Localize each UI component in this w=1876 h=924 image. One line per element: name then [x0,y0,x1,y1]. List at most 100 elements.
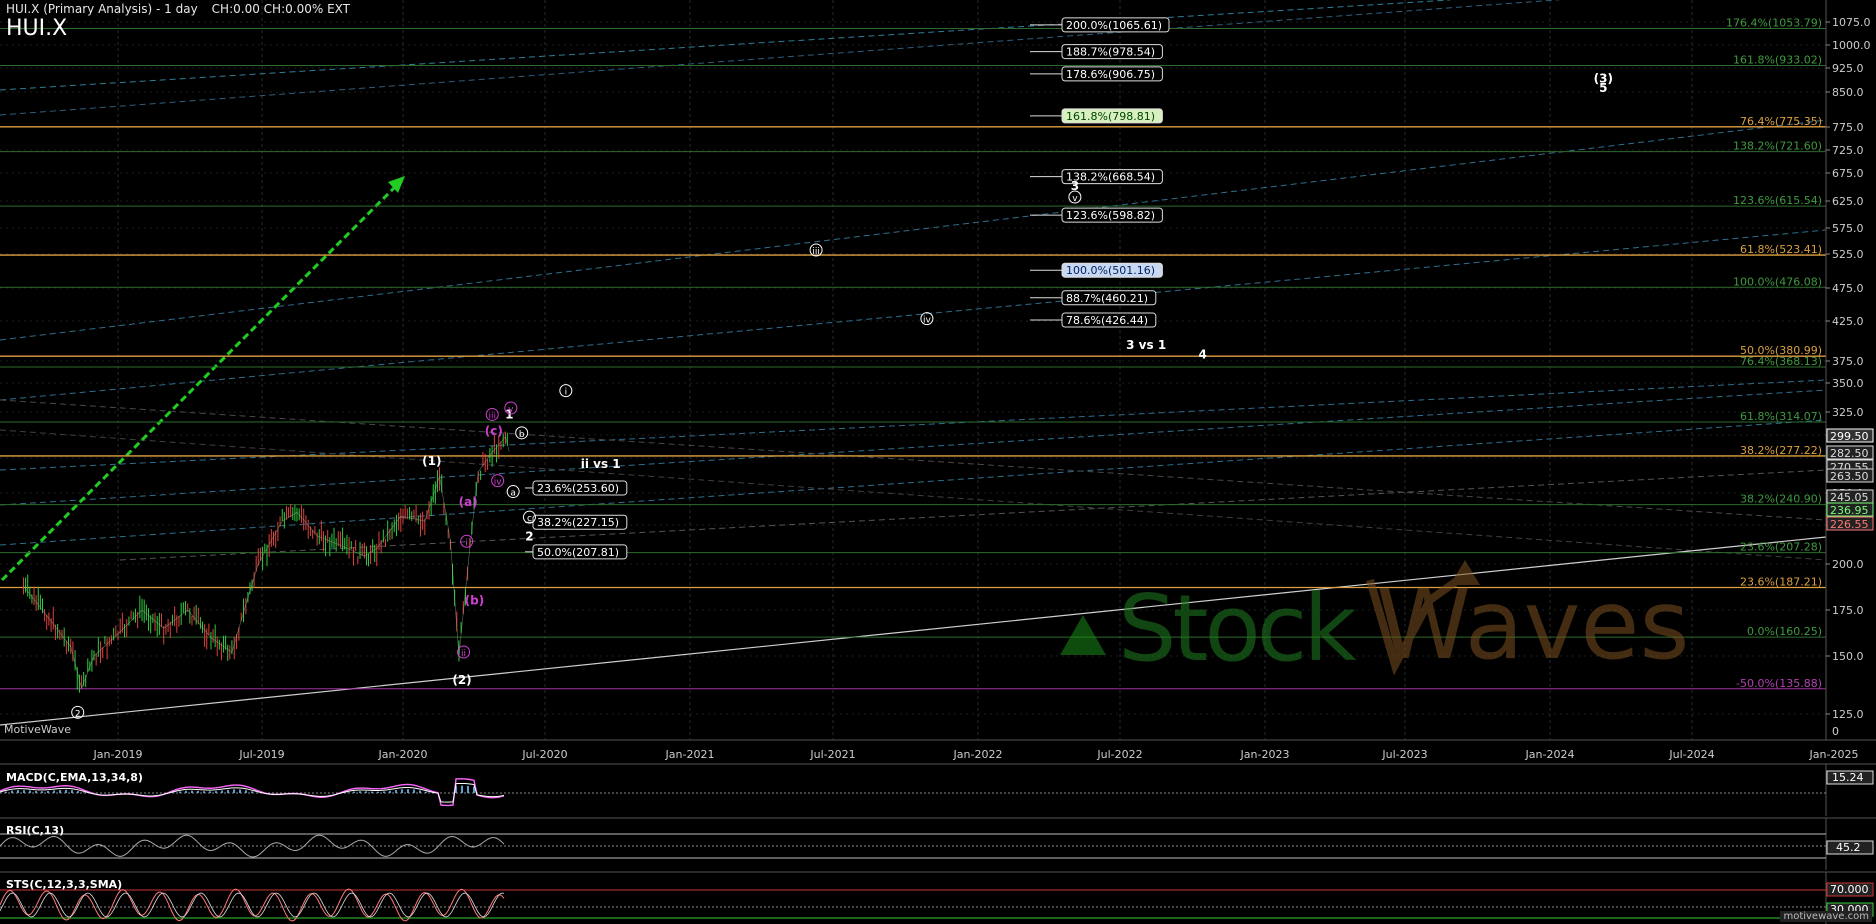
chart-header: HUI.X (Primary Analysis) - 1 day CH:0.00 … [6,2,350,16]
channel-line [0,0,1563,116]
change-value: CH:0.00 [211,2,260,16]
wave-label: (b) [465,593,485,607]
y-tick-label: 1000.0 [1832,39,1871,52]
wave-label: iii [812,247,820,257]
fib-target-label: 23.6%(253.60) [537,482,619,495]
y-tick-label: 200.0 [1832,558,1864,571]
y-tick-label: 850.0 [1832,86,1864,99]
sts-title: STS(C,12,3,3,SMA) [6,878,123,891]
fib-label: 0.0%(160.25) [1747,625,1822,638]
x-axis: Jan-2019 Jul-2019 Jan-2020 Jul-2020 Jan-2021… [0,739,1876,761]
wave-label: 2 [75,709,81,719]
y-tick-label: 625.0 [1832,195,1864,208]
macd-title: MACD(C,EMA,13,34,8) [6,771,143,784]
wave-label: ii [461,649,466,659]
logo-text-waves: Waves [1376,569,1690,681]
x-tick-label: Jul-2019 [238,748,284,761]
sts-d-line [0,892,505,918]
fib-label: 161.8%(933.02) [1733,54,1822,67]
wave-label: iii [488,411,496,421]
y-tick-label: 325.0 [1832,406,1864,419]
fib-target-label: 50.0%(207.81) [537,546,619,559]
session-label: EXT [327,2,350,16]
x-tick-label: Jan-2025 [1809,748,1859,761]
fib-target-label: 188.7%(978.54) [1066,46,1155,59]
wave-label: (a) [459,495,478,509]
y-tick-label: 175.0 [1832,604,1864,617]
fib-label: 61.8%(314.07) [1740,410,1822,423]
price-series [22,431,510,693]
macd-value-label: 15.24 [1832,771,1864,784]
footer-watermark: motivewave.com [1780,911,1872,922]
fib-label: 176.4%(1053.79) [1726,17,1822,30]
fib-label: 100.0%(476.08) [1733,275,1822,288]
y-axis-bg [1826,0,1876,740]
x-tick-label: Jan-2020 [378,748,428,761]
channel-line [0,419,1827,546]
y-tick-label: 525.0 [1832,248,1864,261]
chart-canvas[interactable]: 176.4%(1053.79) 161.8%(933.02) 76.4%(775.3… [0,0,1876,924]
fib-target-label: 161.8%(798.81) [1066,110,1155,123]
rsi-series: 45.2 [0,833,1874,859]
y-tick-label: 375.0 [1832,355,1864,368]
wave-label: a [510,489,516,499]
fib-label: 138.2%(721.60) [1733,140,1822,153]
fib-label: 76.4%(368.13) [1740,355,1822,368]
y-tick-label: 425.0 [1832,315,1864,328]
x-tick-label: Jan-2021 [665,748,715,761]
fib-target-label: 178.6%(906.75) [1066,68,1155,81]
chart-window: 176.4%(1053.79) 161.8%(933.02) 76.4%(775.3… [0,0,1876,924]
wave-label: iv [923,316,932,326]
price-line [23,436,510,690]
indicator-panel [0,763,1876,816]
chart-title: HUI.X (Primary Analysis) - 1 day [6,2,198,16]
y-tick-label: 575.0 [1832,222,1864,235]
fib-target-label: 88.7%(460.21) [1066,292,1148,305]
projection-arrow [0,180,402,582]
fib-label: 38.2%(240.90) [1740,493,1822,506]
fib-target-label: 123.6%(598.82) [1066,209,1155,222]
symbol-label: HUI.X [6,16,68,41]
wave-label: iv [494,478,503,488]
fib-target-label: 100.0%(501.16) [1066,264,1155,277]
y-tick-label: 725.0 [1832,144,1864,157]
y-tick-label: 125.0 [1832,708,1864,721]
logo-text-stock: Stock [1118,575,1357,682]
price-tag-label: 263.50 [1830,470,1869,483]
y-axis: 1075.0 1000.0 925.0 850.0 775.0 725.0 675.0 625… [1825,0,1876,740]
wave-label: v [508,405,514,415]
fib-target-label: 200.0%(1065.61) [1066,19,1162,32]
sts-series: 70.00030.000 [0,882,1874,922]
fib-target-label: 138.2%(668.54) [1066,171,1155,184]
sts-k-line [0,888,505,922]
x-tick-label: Jan-2019 [93,748,143,761]
price-tag-label: 236.95 [1830,504,1869,517]
wave-label: i [565,388,568,398]
x-tick-label: Jul-2024 [1668,748,1714,761]
fib-label: 23.6%(187.21) [1740,576,1822,589]
sts-upper-label: 70.000 [1830,883,1869,896]
fib-label: 76.4%(775.35) [1740,115,1822,128]
fib-target-label: 38.2%(227.15) [537,516,619,529]
fib-label: -50.0%(135.88) [1736,677,1822,690]
y-tick-label: 925.0 [1832,62,1864,75]
rsi-title: RSI(C,13) [6,824,65,837]
wave-label: (1) [422,454,441,468]
wave-label: 2 [525,530,533,544]
fib-label: 23.6%(207.28) [1740,541,1822,554]
price-tag-label: 282.50 [1830,447,1869,460]
fib-target-label: 78.6%(426.44) [1066,314,1148,327]
y-tick-label: 0 [1832,725,1839,738]
channel-line [0,389,1827,506]
x-tick-label: Jul-2023 [1381,748,1427,761]
y-tick-label: 775.0 [1832,121,1864,134]
wave-label: c [527,514,532,524]
x-tick-label: Jan-2023 [1240,748,1290,761]
indicator-panel [0,871,1876,924]
fib-label: 123.6%(615.54) [1733,194,1822,207]
price-tag-label: 299.50 [1830,430,1869,443]
wave-label: v [1072,194,1078,204]
macd-series: 15.24 [0,770,1874,807]
stockwaves-logo: Stock Waves [1060,560,1690,682]
y-tick-label: 150.0 [1832,650,1864,663]
